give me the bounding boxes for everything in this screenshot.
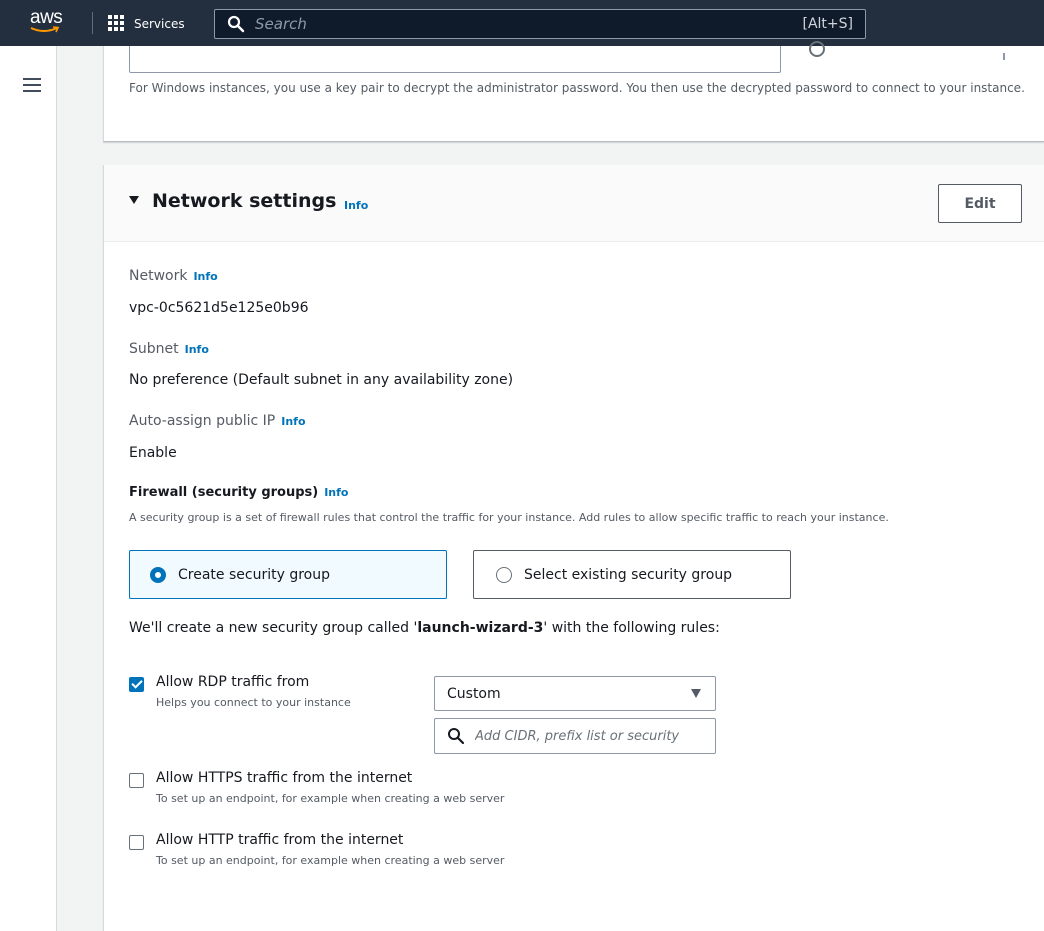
cidr-search-field[interactable] bbox=[434, 718, 716, 754]
summary-prefix: We'll create a new security group called… bbox=[129, 620, 418, 636]
auto-assign-ip-value: Enable bbox=[129, 445, 177, 461]
create-security-group-label: Create security group bbox=[178, 566, 330, 583]
refresh-icon bbox=[809, 41, 825, 57]
services-grid-icon bbox=[108, 15, 126, 33]
network-settings-info-link[interactable]: Info bbox=[344, 199, 368, 212]
search-shortcut-hint: [Alt+S] bbox=[802, 16, 854, 32]
search-icon bbox=[448, 728, 465, 745]
external-link-icon bbox=[1003, 53, 1009, 60]
rdp-source-select[interactable]: Custom bbox=[434, 676, 716, 711]
aws-smile-icon bbox=[30, 26, 60, 33]
services-label: Services bbox=[134, 17, 185, 31]
create-key-pair-link[interactable] bbox=[809, 41, 1044, 60]
collapse-caret-icon[interactable] bbox=[129, 196, 139, 204]
subnet-label-text: Subnet bbox=[129, 341, 179, 357]
http-checkbox[interactable] bbox=[129, 835, 144, 850]
select-existing-security-group-option[interactable]: Select existing security group bbox=[473, 550, 791, 599]
menu-hamburger-icon[interactable] bbox=[23, 78, 41, 92]
create-security-group-option[interactable]: Create security group bbox=[129, 550, 447, 599]
rdp-checkbox[interactable] bbox=[129, 677, 144, 692]
global-search-box[interactable]: [Alt+S] bbox=[214, 9, 866, 39]
select-existing-security-group-label: Select existing security group bbox=[524, 566, 733, 583]
firewall-title: Firewall (security groups) Info bbox=[129, 485, 349, 500]
https-checkbox[interactable] bbox=[129, 773, 144, 788]
rdp-description: Helps you connect to your instance bbox=[156, 696, 351, 709]
key-pair-section: For Windows instances, you use a key pai… bbox=[103, 41, 1044, 142]
global-search-input[interactable] bbox=[245, 15, 803, 33]
auto-assign-ip-info-link[interactable]: Info bbox=[281, 415, 305, 428]
cidr-input[interactable] bbox=[475, 728, 715, 744]
http-label: Allow HTTP traffic from the internet bbox=[156, 832, 404, 848]
network-info-link[interactable]: Info bbox=[193, 270, 217, 283]
services-menu-button[interactable]: Services bbox=[108, 13, 185, 35]
http-description: To set up an endpoint, for example when … bbox=[156, 854, 505, 867]
windows-key-pair-note: For Windows instances, you use a key pai… bbox=[129, 81, 1025, 95]
radio-unselected[interactable] bbox=[496, 566, 512, 583]
summary-suffix: ' with the following rules: bbox=[543, 620, 720, 636]
subnet-label: Subnet Info bbox=[129, 341, 209, 357]
network-label: Network Info bbox=[129, 268, 218, 284]
firewall-title-text: Firewall (security groups) bbox=[129, 485, 319, 500]
auto-assign-ip-label: Auto-assign public IP Info bbox=[129, 413, 306, 429]
network-settings-header: Network settings Info Edit bbox=[104, 165, 1044, 242]
https-description: To set up an endpoint, for example when … bbox=[156, 792, 505, 805]
nav-divider bbox=[92, 12, 93, 34]
network-settings-section: Network settings Info Edit Network Info v… bbox=[103, 165, 1044, 931]
rdp-label: Allow RDP traffic from bbox=[156, 674, 310, 690]
firewall-info-link[interactable]: Info bbox=[324, 486, 348, 499]
top-navigation-bar: aws Services [Alt+S] bbox=[0, 0, 1044, 46]
aws-logo[interactable]: aws bbox=[28, 8, 68, 38]
auto-assign-ip-label-text: Auto-assign public IP bbox=[129, 413, 276, 429]
network-label-text: Network bbox=[129, 268, 188, 284]
search-icon bbox=[227, 15, 245, 33]
caret-down-icon bbox=[691, 689, 701, 698]
edit-button[interactable]: Edit bbox=[938, 184, 1022, 223]
subnet-info-link[interactable]: Info bbox=[185, 343, 209, 356]
https-label: Allow HTTPS traffic from the internet bbox=[156, 770, 413, 786]
security-group-name: launch-wizard-3 bbox=[417, 620, 544, 636]
subnet-value: No preference (Default subnet in any ava… bbox=[129, 372, 514, 388]
aws-logo-text: aws bbox=[30, 7, 63, 28]
side-navigation-rail bbox=[0, 46, 57, 931]
section-title: Network settings bbox=[152, 190, 337, 212]
radio-selected[interactable] bbox=[150, 566, 166, 583]
security-group-summary: We'll create a new security group called… bbox=[129, 620, 720, 636]
rdp-source-value: Custom bbox=[447, 685, 501, 702]
network-value: vpc-0c5621d5e125e0b96 bbox=[129, 300, 309, 316]
firewall-description: A security group is a set of firewall ru… bbox=[129, 511, 889, 524]
key-pair-select[interactable] bbox=[129, 46, 781, 73]
